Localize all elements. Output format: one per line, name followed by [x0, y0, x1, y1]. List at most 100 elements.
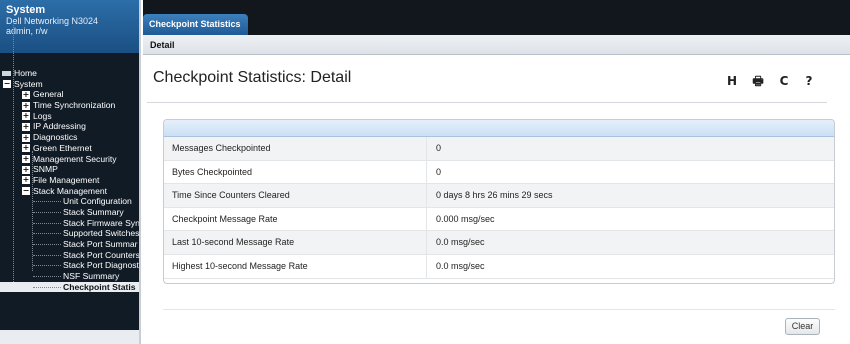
table-row: Bytes Checkpointed 0: [164, 160, 834, 185]
tree-item-green-ethernet[interactable]: + Green Ethernet: [0, 142, 139, 154]
tree-item-file-management[interactable]: + File Management: [0, 174, 139, 186]
help-icon[interactable]: H: [723, 72, 741, 90]
tree-item-label: NSF Summary: [63, 271, 120, 282]
collapse-icon[interactable]: −: [22, 187, 30, 196]
stat-value: 0.0 msg/sec: [436, 237, 485, 248]
tree-item-nsf-summary[interactable]: NSF Summary: [0, 271, 139, 282]
tree-item-label: Stack Management: [33, 185, 108, 196]
tree-connector: [33, 233, 61, 235]
checkpoint-statistics-table: Messages Checkpointed 0 Bytes Checkpoint…: [163, 119, 835, 284]
tree-connector: [33, 211, 61, 213]
navigation-tree: Home − System + General + Time Synchroni…: [0, 68, 140, 293]
stat-label: Bytes Checkpointed: [172, 166, 253, 177]
tree-item-stack-port-diagnostics[interactable]: Stack Port Diagnost: [0, 260, 139, 271]
expand-icon[interactable]: +: [22, 133, 30, 142]
tree-item-label: Green Ethernet: [33, 142, 92, 153]
table-body: Messages Checkpointed 0 Bytes Checkpoint…: [164, 137, 834, 279]
table-row: Highest 10-second Message Rate 0.0 msg/s…: [164, 254, 834, 279]
tree-item-label: Supported Switches: [63, 228, 140, 239]
expand-icon[interactable]: +: [22, 165, 30, 174]
table-row: Time Since Counters Cleared 0 days 8 hrs…: [164, 184, 834, 208]
divider: [163, 309, 835, 310]
tree-item-logs[interactable]: + Logs: [0, 110, 139, 122]
tab-checkpoint-statistics[interactable]: Checkpoint Statistics: [143, 14, 248, 35]
system-header: System Dell Networking N3024 admin, r/w: [0, 0, 139, 53]
table-row: Last 10-second Message Rate 0.0 msg/sec: [164, 231, 834, 255]
top-tab-bar: Checkpoint Statistics: [143, 0, 850, 35]
tree-item-stack-management[interactable]: − Stack Management: [0, 185, 139, 197]
tree-item-label: Stack Firmware Syn: [63, 217, 140, 228]
tree-item-supported-switches[interactable]: Supported Switches: [0, 228, 140, 239]
divider: [147, 102, 827, 103]
table-row: Messages Checkpointed 0: [164, 137, 834, 161]
tree-item-label: Management Security: [33, 153, 117, 164]
stat-label: Highest 10-second Message Rate: [172, 260, 308, 271]
tree-item-stack-summary[interactable]: Stack Summary: [0, 206, 139, 218]
tree-connector: [33, 286, 61, 288]
tree-item-stack-port-summary[interactable]: Stack Port Summar: [0, 239, 139, 250]
system-model: Dell Networking N3024: [6, 16, 99, 26]
tree-item-general[interactable]: + General: [0, 89, 139, 100]
tree-item-diagnostics[interactable]: + Diagnostics: [0, 132, 139, 143]
stat-value: 0 days 8 hrs 26 mins 29 secs: [436, 190, 553, 201]
stat-value: 0.0 msg/sec: [436, 260, 485, 271]
collapse-icon[interactable]: −: [3, 80, 11, 89]
tree-item-home[interactable]: Home: [0, 68, 139, 79]
stat-label: Messages Checkpointed: [172, 143, 271, 153]
column-divider: [426, 137, 427, 160]
column-divider: [426, 207, 427, 231]
navigation-sidebar: System Dell Networking N3024 admin, r/w …: [0, 0, 141, 344]
stat-label: Last 10-second Message Rate: [172, 237, 295, 248]
subtab-bar: Detail: [143, 35, 850, 55]
tree-connector: [33, 222, 61, 224]
tree-item-time-synchronization[interactable]: + Time Synchronization: [0, 100, 139, 111]
stat-value: 0: [436, 166, 442, 177]
tree-item-management-security[interactable]: + Management Security: [0, 153, 139, 165]
expand-icon[interactable]: +: [22, 144, 30, 153]
refresh-icon[interactable]: C: [775, 72, 793, 90]
question-icon[interactable]: ?: [800, 72, 818, 90]
tree-item-label: Unit Configuration: [63, 196, 132, 207]
tree-item-stack-port-counters[interactable]: Stack Port Counters: [0, 250, 139, 261]
tree-item-label: Diagnostics: [33, 132, 78, 143]
column-divider: [426, 184, 427, 207]
tree-item-label: Stack Port Summar: [63, 239, 138, 249]
expand-icon[interactable]: +: [22, 112, 30, 121]
subtab-detail[interactable]: Detail: [150, 40, 175, 50]
tree-connector: [33, 201, 61, 203]
page-title: Checkpoint Statistics: Detail: [153, 69, 352, 86]
home-icon: [2, 71, 11, 76]
tree-item-checkpoint-statistics[interactable]: Checkpoint Statis: [0, 281, 139, 293]
column-divider: [426, 160, 427, 184]
expand-icon[interactable]: +: [22, 176, 30, 185]
tree-item-system[interactable]: − System: [0, 78, 139, 90]
tree-item-stack-firmware-sync[interactable]: Stack Firmware Syn: [0, 217, 140, 229]
tree-item-snmp[interactable]: + SNMP: [0, 164, 139, 175]
tree-item-label: Stack Summary: [63, 206, 124, 217]
expand-icon[interactable]: +: [22, 90, 30, 99]
print-icon[interactable]: 🖶: [749, 72, 767, 90]
column-divider: [426, 231, 427, 254]
stat-value: 0.000 msg/sec: [436, 213, 495, 224]
expand-icon[interactable]: +: [22, 155, 30, 163]
tree-item-label: Checkpoint Statis: [63, 281, 136, 292]
tree-connector: [33, 254, 61, 256]
system-user: admin, r/w: [6, 26, 48, 36]
stat-value: 0: [436, 143, 442, 153]
tree-item-label: File Management: [33, 174, 100, 185]
tree-item-unit-configuration[interactable]: Unit Configuration: [0, 196, 139, 207]
table-row: Checkpoint Message Rate 0.000 msg/sec: [164, 207, 834, 232]
tree-item-label: General: [33, 89, 64, 100]
tree-item-label: Logs: [33, 110, 52, 121]
tree-item-label: System: [14, 78, 43, 89]
tree-item-ip-addressing[interactable]: + IP Addressing: [0, 121, 139, 132]
system-title: System: [6, 4, 46, 16]
tree-item-label: Home: [14, 68, 37, 78]
tree-item-label: Time Synchronization: [33, 100, 116, 111]
expand-icon[interactable]: +: [22, 122, 30, 131]
clear-button[interactable]: Clear: [785, 318, 820, 335]
stat-label: Time Since Counters Cleared: [172, 190, 290, 201]
expand-icon[interactable]: +: [22, 101, 30, 110]
stat-label: Checkpoint Message Rate: [172, 213, 278, 224]
table-header: [164, 120, 834, 137]
